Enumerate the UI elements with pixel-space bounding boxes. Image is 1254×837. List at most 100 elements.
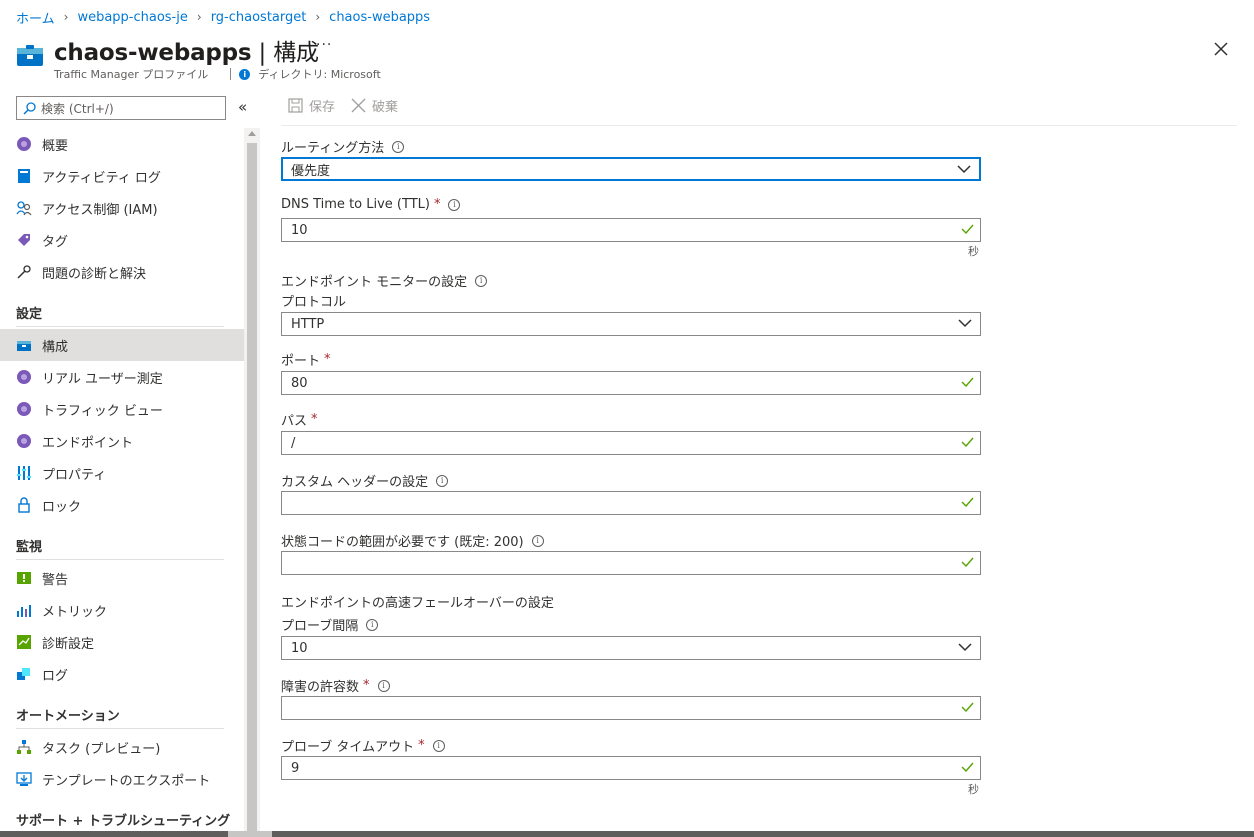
logs-icon bbox=[16, 666, 32, 682]
monitor-section-label: エンドポイント モニターの設定 i bbox=[281, 271, 488, 290]
info-icon[interactable]: i bbox=[475, 274, 488, 287]
breadcrumb-app[interactable]: webapp-chaos-je bbox=[77, 10, 187, 25]
section-support: サポート + トラブルシューティング bbox=[16, 814, 231, 829]
sidebar-item-locks[interactable]: ロック bbox=[0, 489, 244, 521]
more-options-button[interactable]: ··· bbox=[316, 37, 332, 53]
path-input[interactable]: / bbox=[281, 431, 981, 455]
collapse-sidebar-button[interactable]: « bbox=[238, 98, 247, 116]
sidebar-scrollbar[interactable] bbox=[244, 128, 260, 837]
sidebar-item-activity-log[interactable]: アクティビティ ログ bbox=[0, 160, 244, 192]
divider bbox=[16, 728, 224, 729]
sidebar-item-export-template[interactable]: テンプレートのエクスポート bbox=[0, 763, 244, 795]
info-icon[interactable]: i bbox=[392, 140, 405, 153]
info-icon[interactable]: i bbox=[531, 534, 544, 547]
sidebar-item-iam[interactable]: アクセス制御 (IAM) bbox=[0, 192, 244, 224]
routing-method-select[interactable]: 優先度 bbox=[281, 157, 981, 181]
iam-icon bbox=[16, 200, 32, 216]
sidebar-item-label: ログ bbox=[42, 668, 69, 684]
status-code-label: 状態コードの範囲が必要です (既定: 200) i bbox=[281, 531, 544, 550]
sidebar-item-diagnostic-settings[interactable]: 診断設定 bbox=[0, 626, 244, 658]
port-input[interactable]: 80 bbox=[281, 371, 981, 395]
protocol-label: プロトコル bbox=[281, 291, 346, 310]
sidebar-item-label: エンドポイント bbox=[42, 435, 134, 451]
sidebar-item-endpoints[interactable]: エンドポイント bbox=[0, 425, 244, 457]
status-code-input[interactable] bbox=[281, 551, 981, 575]
scrollbar-thumb[interactable] bbox=[228, 831, 272, 837]
info-icon[interactable]: i bbox=[377, 679, 390, 692]
divider bbox=[16, 559, 224, 560]
custom-header-label-text: カスタム ヘッダーの設定 bbox=[281, 475, 429, 490]
save-icon bbox=[288, 98, 303, 113]
checkmark-icon bbox=[961, 762, 974, 772]
sidebar-nav: 概要 アクティビティ ログ アクセス制御 (IAM) タグ 問題の診断と解決 設… bbox=[0, 128, 244, 837]
sidebar-item-diagnose[interactable]: 問題の診断と解決 bbox=[0, 256, 244, 288]
toolbar-divider bbox=[281, 125, 1237, 126]
sidebar-item-label: タスク (プレビュー) bbox=[42, 741, 161, 757]
divider bbox=[16, 326, 224, 327]
required-mark: * bbox=[418, 738, 425, 753]
chevron-down-icon bbox=[958, 319, 972, 328]
probe-interval-label: プローブ間隔 i bbox=[281, 615, 379, 634]
tasks-icon bbox=[16, 739, 32, 755]
routing-method-value: 優先度 bbox=[291, 163, 331, 179]
checkmark-icon bbox=[961, 497, 974, 507]
close-icon[interactable] bbox=[1212, 40, 1230, 58]
save-label: 保存 bbox=[309, 100, 336, 115]
port-value: 80 bbox=[291, 375, 308, 391]
search-input[interactable]: 検索 (Ctrl+/) bbox=[16, 96, 226, 120]
breadcrumb-home[interactable]: ホーム bbox=[16, 8, 55, 27]
required-mark: * bbox=[324, 352, 331, 367]
horizontal-scrollbar[interactable] bbox=[0, 831, 1254, 837]
probe-timeout-input[interactable]: 9 bbox=[281, 756, 981, 780]
ttl-input[interactable]: 10 bbox=[281, 218, 981, 242]
alert-icon bbox=[16, 570, 32, 586]
export-template-icon bbox=[16, 771, 32, 787]
info-icon[interactable]: i bbox=[436, 474, 449, 487]
chevron-down-icon bbox=[957, 165, 971, 174]
save-button[interactable]: 保存 bbox=[288, 96, 335, 115]
probe-interval-value: 10 bbox=[291, 640, 308, 656]
sidebar-item-overview[interactable]: 概要 bbox=[0, 128, 244, 160]
divider bbox=[230, 68, 232, 80]
scroll-up-icon[interactable] bbox=[248, 131, 256, 136]
custom-header-input[interactable] bbox=[281, 491, 981, 515]
info-icon[interactable]: i bbox=[366, 618, 379, 631]
ttl-label: DNS Time to Live (TTL) * i bbox=[281, 197, 461, 212]
traffic-manager-icon bbox=[17, 45, 43, 66]
breadcrumb-current[interactable]: chaos-webapps bbox=[329, 10, 430, 25]
port-label-text: ポート bbox=[281, 354, 321, 369]
probe-interval-label-text: プローブ間隔 bbox=[281, 619, 359, 634]
probe-interval-select[interactable]: 10 bbox=[281, 636, 981, 660]
sidebar-item-tags[interactable]: タグ bbox=[0, 224, 244, 256]
status-code-label-text: 状態コードの範囲が必要です (既定: 200) bbox=[281, 535, 524, 550]
sidebar-item-properties[interactable]: プロパティ bbox=[0, 457, 244, 489]
protocol-value: HTTP bbox=[291, 316, 325, 332]
info-icon[interactable]: i bbox=[432, 739, 445, 752]
checkmark-icon bbox=[961, 702, 974, 712]
sidebar-item-metrics[interactable]: メトリック bbox=[0, 594, 244, 626]
sidebar-item-real-user[interactable]: リアル ユーザー測定 bbox=[0, 361, 244, 393]
directory-label: ディレクトリ: Microsoft bbox=[258, 68, 381, 81]
ttl-value: 10 bbox=[291, 222, 308, 238]
breadcrumb-rg[interactable]: rg-chaostarget bbox=[211, 10, 307, 25]
tolerated-failures-label-text: 障害の許容数 bbox=[281, 680, 360, 695]
probe-timeout-unit: 秒 bbox=[968, 783, 979, 796]
tolerated-failures-input[interactable] bbox=[281, 696, 981, 720]
custom-header-label: カスタム ヘッダーの設定 i bbox=[281, 471, 449, 490]
info-icon[interactable]: i bbox=[448, 198, 461, 211]
sidebar-item-configuration[interactable]: 構成 bbox=[0, 329, 244, 361]
section-automation: オートメーション bbox=[16, 709, 120, 724]
sidebar-item-tasks[interactable]: タスク (プレビュー) bbox=[0, 731, 244, 763]
scrollbar-thumb[interactable] bbox=[247, 143, 257, 833]
sidebar-item-logs[interactable]: ログ bbox=[0, 658, 244, 690]
discard-button[interactable]: 破棄 bbox=[351, 96, 398, 115]
path-value: / bbox=[291, 435, 296, 451]
sidebar-item-alerts[interactable]: 警告 bbox=[0, 562, 244, 594]
probe-timeout-label: プローブ タイムアウト * i bbox=[281, 736, 445, 755]
lock-icon bbox=[16, 497, 32, 513]
required-mark: * bbox=[311, 412, 318, 427]
sidebar-item-traffic-view[interactable]: トラフィック ビュー bbox=[0, 393, 244, 425]
wrench-icon bbox=[16, 264, 32, 280]
protocol-select[interactable]: HTTP bbox=[281, 312, 981, 336]
discard-icon bbox=[351, 98, 366, 113]
